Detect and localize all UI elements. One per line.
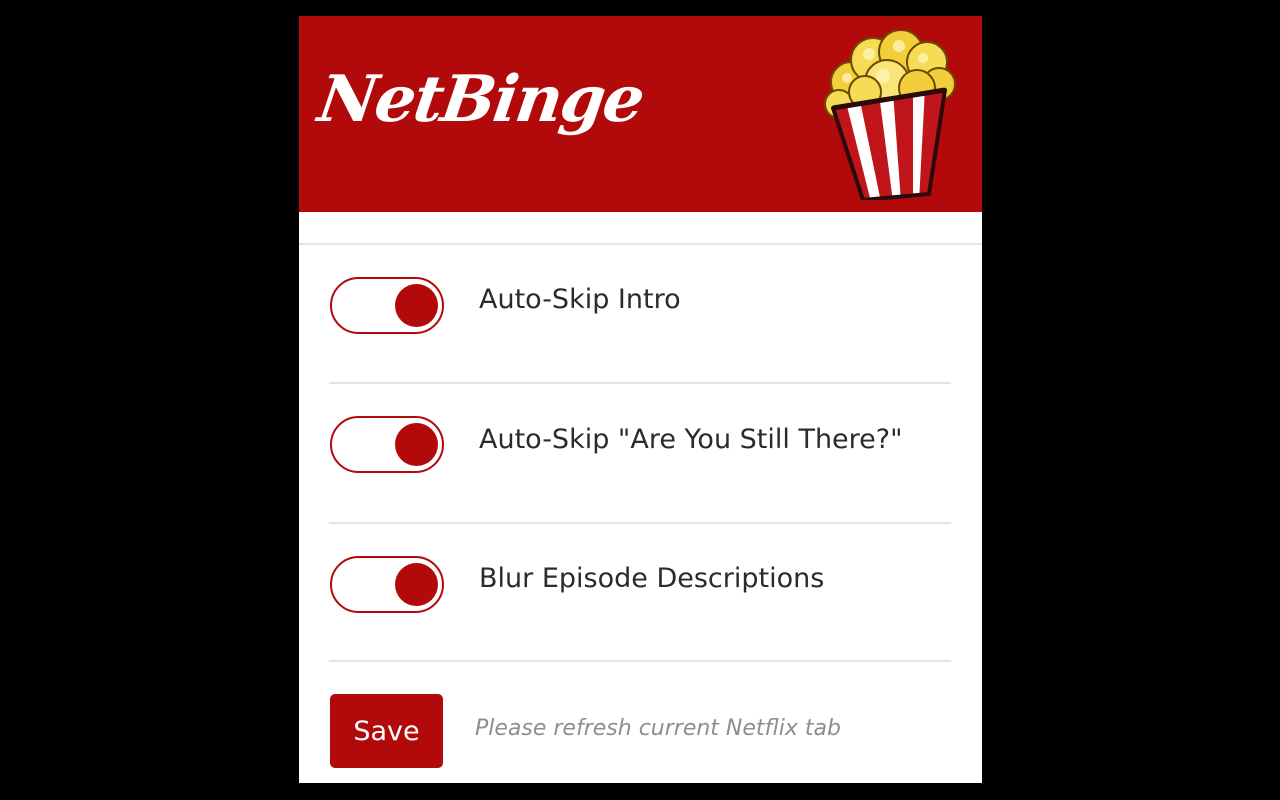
auto-skip-intro-label: Auto-Skip Intro xyxy=(479,284,681,315)
extension-popup: NetBinge Auto-Skip Intro Auto-Skip "Are … xyxy=(299,16,982,783)
app-logo: NetBinge xyxy=(313,62,648,137)
auto-skip-still-there-toggle[interactable] xyxy=(330,416,444,473)
divider xyxy=(299,243,982,245)
popcorn-icon xyxy=(824,30,956,200)
auto-skip-still-there-label: Auto-Skip "Are You Still There?" xyxy=(479,424,903,455)
blur-episode-descriptions-toggle[interactable] xyxy=(330,556,444,613)
divider xyxy=(329,660,951,662)
auto-skip-intro-toggle[interactable] xyxy=(330,277,444,334)
toggle-knob xyxy=(395,423,438,466)
divider xyxy=(329,522,951,524)
header: NetBinge xyxy=(299,16,982,212)
save-button[interactable]: Save xyxy=(330,694,443,768)
refresh-note: Please refresh current Netflix tab xyxy=(475,716,841,741)
toggle-knob xyxy=(395,284,438,327)
blur-episode-descriptions-label: Blur Episode Descriptions xyxy=(479,563,825,594)
divider xyxy=(329,382,951,384)
toggle-knob xyxy=(395,563,438,606)
